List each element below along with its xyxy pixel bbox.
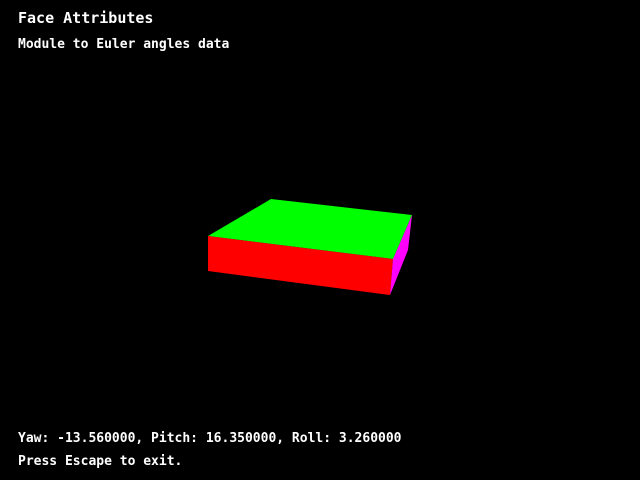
exit-hint: Press Escape to exit. xyxy=(18,454,183,469)
render-viewport: Face Attributes Module to Euler angles d… xyxy=(0,0,640,480)
euler-angles-readout: Yaw: -13.560000, Pitch: 16.350000, Roll:… xyxy=(18,431,402,446)
orientation-box-scene xyxy=(208,199,412,295)
